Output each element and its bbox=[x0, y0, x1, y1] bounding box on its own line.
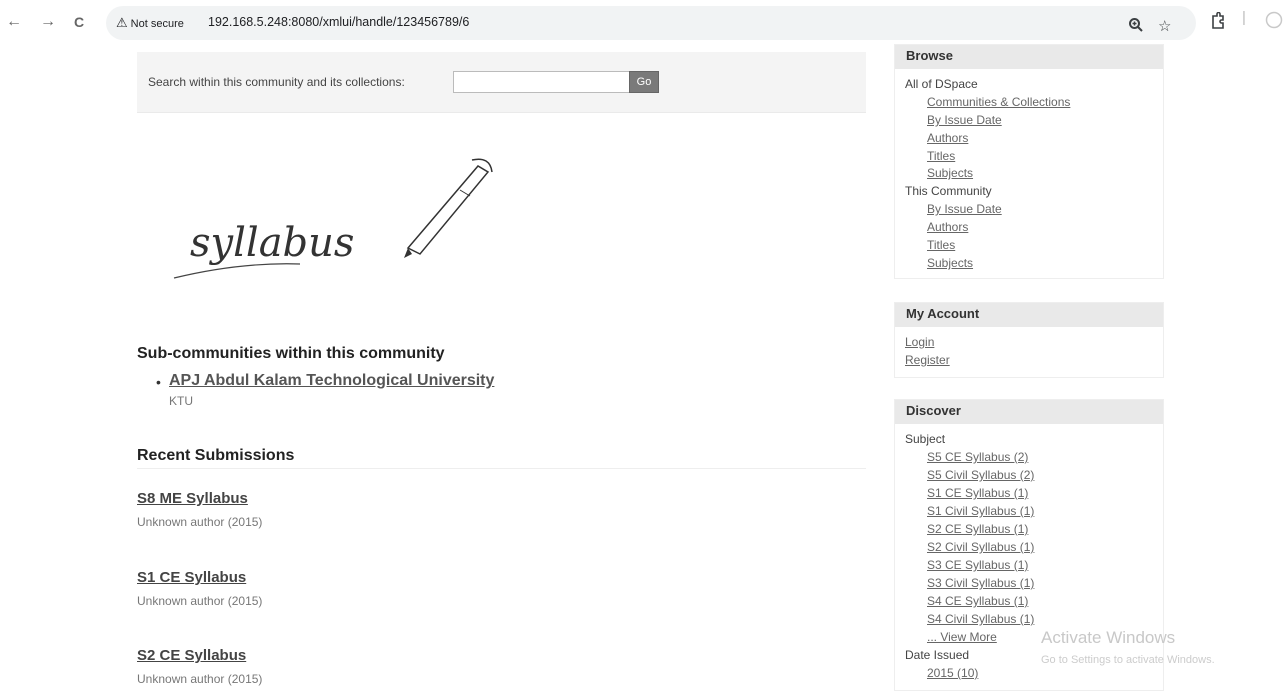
subcommunity-description: KTU bbox=[169, 394, 193, 408]
submission-title[interactable]: S2 CE Syllabus bbox=[137, 647, 246, 664]
all-dspace-label: All of DSpace bbox=[905, 77, 978, 91]
reload-icon[interactable]: C bbox=[74, 14, 84, 30]
subject-facet-link[interactable]: S3 Civil Syllabus (1) bbox=[927, 576, 1034, 590]
date-issued-label: Date Issued bbox=[905, 648, 970, 662]
subject-facet-link[interactable]: S4 CE Syllabus (1) bbox=[927, 594, 1028, 608]
subject-facet-link[interactable]: S1 Civil Syllabus (1) bbox=[927, 504, 1034, 518]
browse-heading: Browse bbox=[895, 45, 1163, 69]
subject-facet-link[interactable]: S5 CE Syllabus (2) bbox=[927, 450, 1028, 464]
community-search-form: Search within this community and its col… bbox=[137, 52, 866, 113]
subject-facet-link[interactable]: S5 Civil Syllabus (2) bbox=[927, 468, 1034, 482]
browser-toolbar: ← → C ⚠ Not secure 192.168.5.248:8080/xml… bbox=[0, 0, 1287, 46]
community-titles-link[interactable]: Titles bbox=[927, 238, 955, 252]
divider bbox=[137, 468, 866, 469]
search-input[interactable] bbox=[453, 71, 631, 93]
recent-submissions-heading: Recent Submissions bbox=[137, 447, 295, 464]
url-text[interactable]: 192.168.5.248:8080/xmlui/handle/12345678… bbox=[208, 15, 469, 29]
subject-facet-link[interactable]: S3 CE Syllabus (1) bbox=[927, 558, 1028, 572]
list-bullet: • bbox=[156, 374, 161, 390]
submission-title[interactable]: S1 CE Syllabus bbox=[137, 569, 246, 586]
subject-facet-link[interactable]: S1 CE Syllabus (1) bbox=[927, 486, 1028, 500]
account-heading: My Account bbox=[895, 303, 1163, 327]
security-text: Not secure bbox=[130, 18, 184, 30]
activation-watermark-subtitle: Go to Settings to activate Windows. bbox=[1041, 654, 1215, 666]
star-icon[interactable]: ☆ bbox=[1158, 17, 1171, 35]
browse-communities-link[interactable]: Communities & Collections bbox=[927, 95, 1070, 109]
subject-label: Subject bbox=[905, 432, 946, 446]
login-link[interactable]: Login bbox=[905, 335, 934, 349]
community-date-link[interactable]: By Issue Date bbox=[927, 202, 1002, 216]
subcommunity-link[interactable]: APJ Abdul Kalam Technological University bbox=[169, 372, 494, 390]
subject-facet-link[interactable]: S2 CE Syllabus (1) bbox=[927, 522, 1028, 536]
back-arrow-icon[interactable]: ← bbox=[6, 13, 22, 31]
register-link[interactable]: Register bbox=[905, 353, 950, 367]
extensions-icon[interactable] bbox=[1210, 11, 1226, 34]
logo-text: syllabus bbox=[190, 220, 354, 266]
submission-title[interactable]: S8 ME Syllabus bbox=[137, 490, 248, 507]
menu-divider: | bbox=[1242, 9, 1246, 26]
browse-subjects-link[interactable]: Subjects bbox=[927, 166, 973, 180]
go-button[interactable]: Go bbox=[629, 71, 659, 93]
date-facet-link[interactable]: 2015 (10) bbox=[927, 666, 978, 680]
search-label: Search within this community and its col… bbox=[148, 75, 405, 89]
community-subjects-link[interactable]: Subjects bbox=[927, 256, 973, 270]
pen-icon bbox=[404, 158, 493, 258]
warning-icon: ⚠ bbox=[116, 15, 128, 30]
subject-facet-link[interactable]: S4 Civil Syllabus (1) bbox=[927, 612, 1034, 626]
this-community-label: This Community bbox=[905, 184, 992, 198]
subcommunities-heading: Sub-communities within this community bbox=[137, 345, 445, 362]
security-indicator[interactable]: ⚠ Not secure bbox=[116, 15, 184, 31]
browse-date-link[interactable]: By Issue Date bbox=[927, 113, 1002, 127]
forward-arrow-icon[interactable]: → bbox=[40, 13, 56, 31]
discover-heading: Discover bbox=[895, 400, 1163, 424]
submission-meta: Unknown author (2015) bbox=[137, 594, 263, 608]
community-logo: syllabus bbox=[160, 150, 500, 290]
browse-authors-link[interactable]: Authors bbox=[927, 131, 968, 145]
address-bar[interactable]: ⚠ Not secure 192.168.5.248:8080/xmlui/han… bbox=[106, 6, 1196, 40]
community-authors-link[interactable]: Authors bbox=[927, 220, 968, 234]
submission-meta: Unknown author (2015) bbox=[137, 515, 263, 529]
zoom-icon[interactable] bbox=[1128, 17, 1144, 37]
subject-facet-link[interactable]: S2 Civil Syllabus (1) bbox=[927, 540, 1034, 554]
browse-titles-link[interactable]: Titles bbox=[927, 149, 955, 163]
profile-icon[interactable] bbox=[1265, 11, 1283, 33]
activation-watermark-title: Activate Windows bbox=[1041, 628, 1176, 647]
view-more-link[interactable]: ... View More bbox=[927, 630, 997, 644]
submission-meta: Unknown author (2015) bbox=[137, 672, 263, 686]
